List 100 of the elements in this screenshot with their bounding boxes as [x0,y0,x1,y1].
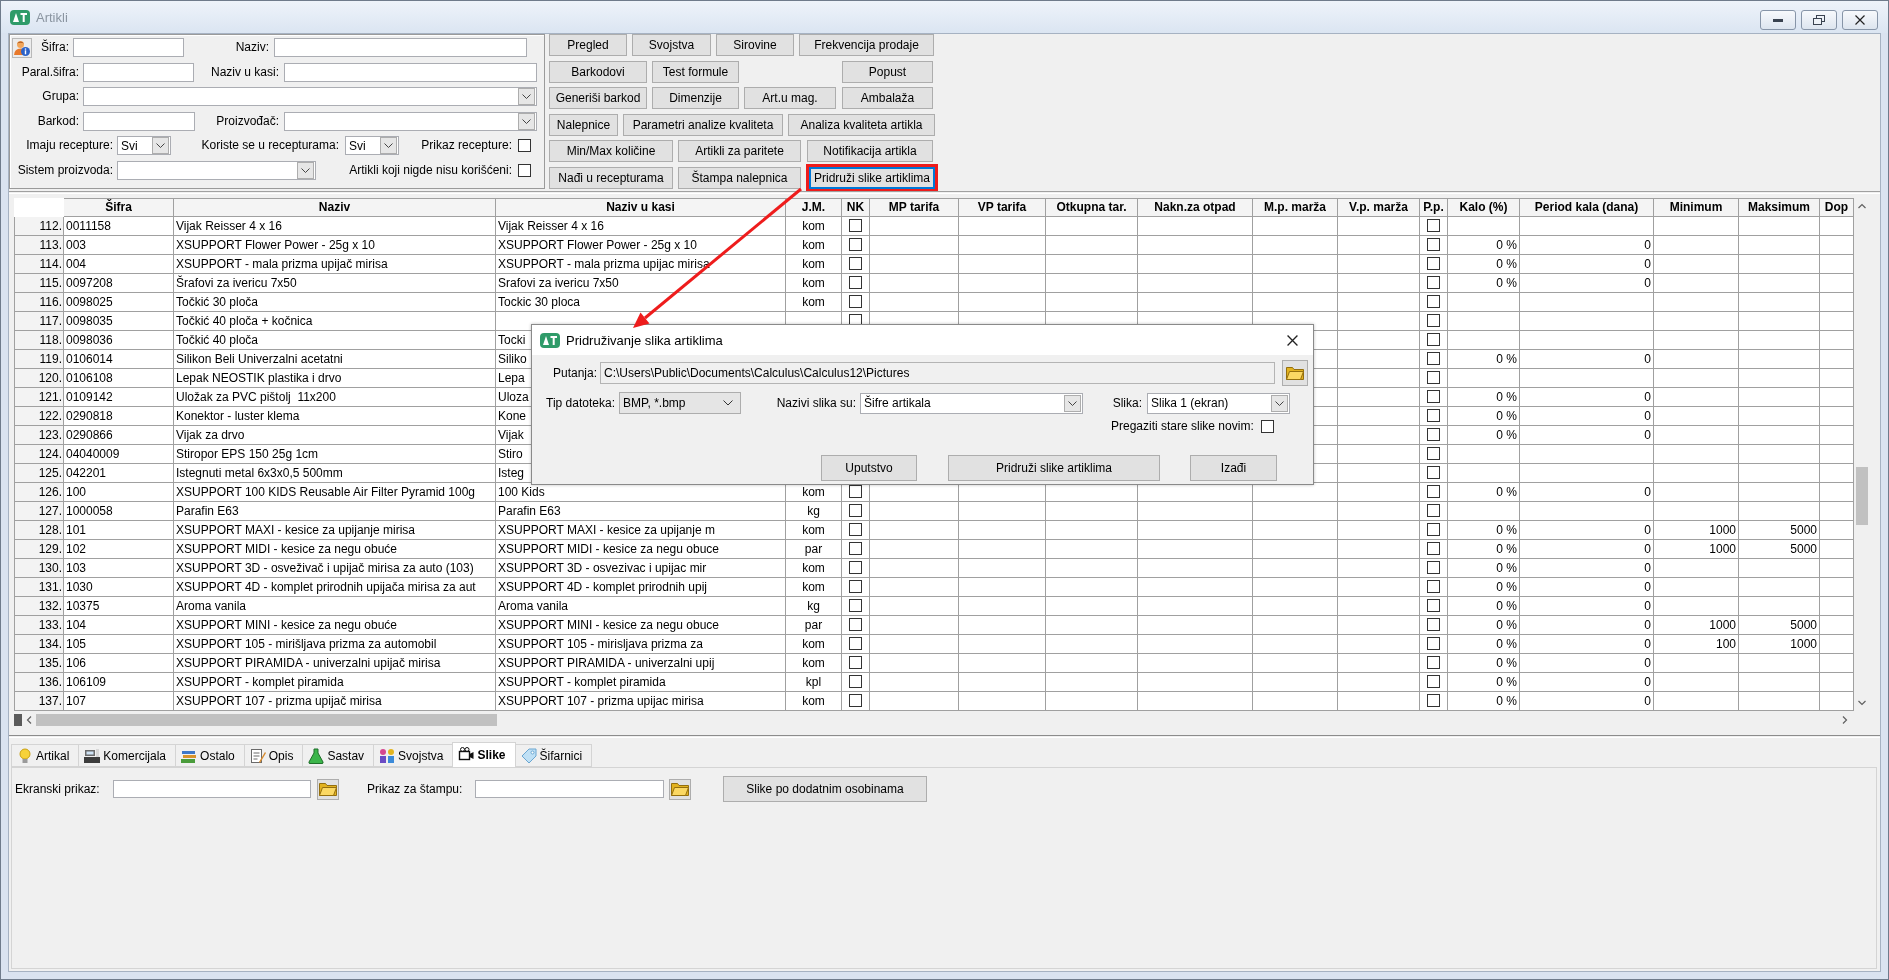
checkbox[interactable] [1427,618,1440,631]
action-button[interactable]: Pridruži slike artiklima [809,166,935,189]
action-button[interactable]: Popust [842,60,933,83]
tab[interactable]: Artikal [11,744,80,767]
checkbox[interactable] [1427,599,1440,612]
checkbox[interactable] [1427,238,1440,251]
action-button[interactable]: Slike po dodatnim osobinama [723,776,927,802]
checkbox[interactable] [1427,694,1440,707]
dialog-button[interactable]: Pridruži slike artiklima [948,455,1160,481]
restore-button[interactable] [1801,10,1837,30]
caret-up-icon[interactable] [1858,203,1866,209]
tab[interactable]: Sastav [302,744,375,767]
checkbox[interactable] [849,238,862,251]
column-header[interactable]: Maksimum [1739,198,1820,217]
input-field[interactable] [83,62,194,82]
browse-button[interactable] [317,778,339,800]
column-header[interactable]: VP tarifa [959,198,1046,217]
checkbox[interactable] [1427,504,1440,517]
checkbox[interactable] [1427,675,1440,688]
checkbox[interactable] [849,637,862,650]
checkbox[interactable] [1427,371,1440,384]
action-button[interactable]: Nalepnice [549,113,618,136]
checkbox[interactable] [1427,523,1440,536]
column-header[interactable]: Period kala (dana) [1520,198,1654,217]
action-button[interactable]: Artikli za paritete [678,140,801,163]
checkbox[interactable] [849,504,862,517]
column-header[interactable]: Minimum [1654,198,1739,217]
checkbox[interactable] [1260,419,1274,433]
checkbox[interactable] [1427,409,1440,422]
tab[interactable]: Opis [243,744,304,767]
column-header[interactable]: Nakn.za otpad [1138,198,1253,217]
checkbox[interactable] [849,618,862,631]
checkbox[interactable] [1427,219,1440,232]
action-button[interactable]: Barkodovi [549,60,647,83]
checkbox[interactable] [849,580,862,593]
action-button[interactable]: Test formule [652,60,739,83]
checkbox[interactable] [849,295,862,308]
column-header[interactable]: Kalo (%) [1448,198,1520,217]
minimize-button[interactable] [1760,10,1796,30]
input-field[interactable] [83,111,195,131]
action-button[interactable]: Analiza kvaliteta artikla [788,113,935,136]
column-header[interactable]: Dop [1820,198,1854,217]
column-header[interactable]: P.p. [1420,198,1448,217]
checkbox[interactable] [849,599,862,612]
column-header[interactable]: M.p. marža [1253,198,1338,217]
action-button[interactable]: Frekvencija prodaje [799,34,934,56]
browse-button[interactable] [669,778,691,800]
action-button[interactable]: Sirovine [716,34,794,56]
column-header[interactable]: Naziv u kasi [496,198,786,217]
checkbox[interactable] [1427,656,1440,669]
tab[interactable]: Komercijala [78,744,177,767]
checkbox[interactable] [849,675,862,688]
column-header[interactable]: V.p. marža [1338,198,1420,217]
checkbox[interactable] [849,219,862,232]
action-button[interactable]: Štampa nalepnica [678,166,801,189]
tab[interactable]: Svojstva [373,744,454,767]
split-handle-icon[interactable] [14,713,22,726]
column-header[interactable]: Šifra [64,198,174,217]
path-field[interactable]: C:\Users\Public\Documents\Calculus\Calculus12\Pictures [600,362,1275,384]
input-field[interactable] [274,38,527,57]
dropdown[interactable]: Slika 1 (ekran) [1147,392,1290,414]
action-button[interactable]: Art.u mag. [744,87,836,110]
checkbox[interactable] [1427,257,1440,270]
action-button[interactable]: Dimenzije [652,87,739,110]
action-button[interactable]: Pregled [549,34,627,56]
checkbox[interactable] [1427,390,1440,403]
scrollbar-thumb[interactable] [36,713,497,726]
user-info-button[interactable] [12,37,32,58]
checkbox[interactable] [1427,314,1440,327]
checkbox[interactable] [849,276,862,289]
action-button[interactable]: Svojstva [632,34,711,56]
dropdown[interactable]: Svi [117,136,171,156]
action-button[interactable]: Parametri analize kvaliteta [623,113,783,136]
dialog-button[interactable]: Uputstvo [821,455,917,481]
input-field[interactable] [284,62,537,82]
action-button[interactable]: Ambalaža [842,87,933,110]
caret-right-icon[interactable] [1842,715,1848,724]
checkbox[interactable] [849,694,862,707]
dropdown[interactable]: Svi [345,136,399,156]
dialog-button[interactable]: Izađi [1190,455,1277,481]
close-button[interactable] [1842,10,1878,30]
checkbox[interactable] [849,485,862,498]
checkbox[interactable] [1427,580,1440,593]
input-field[interactable] [73,38,184,57]
tab[interactable]: Ostalo [175,744,245,767]
caret-down-icon[interactable] [1858,700,1866,706]
checkbox[interactable] [849,561,862,574]
dropdown[interactable]: Šifre artikala [860,392,1083,414]
action-button[interactable]: Min/Max količine [549,140,673,163]
action-button[interactable]: Notifikacija artikla [807,140,933,163]
scrollbar-thumb[interactable] [1856,467,1868,525]
action-button[interactable]: Nađi u recepturama [549,166,673,189]
column-header[interactable]: Naziv [174,198,496,217]
input-field[interactable] [113,780,311,798]
checkbox[interactable] [518,163,531,177]
column-header[interactable]: NK [842,198,870,217]
input-field[interactable] [475,780,664,798]
checkbox[interactable] [1427,352,1440,365]
column-header[interactable]: Otkupna tar. [1046,198,1138,217]
checkbox[interactable] [1427,542,1440,555]
